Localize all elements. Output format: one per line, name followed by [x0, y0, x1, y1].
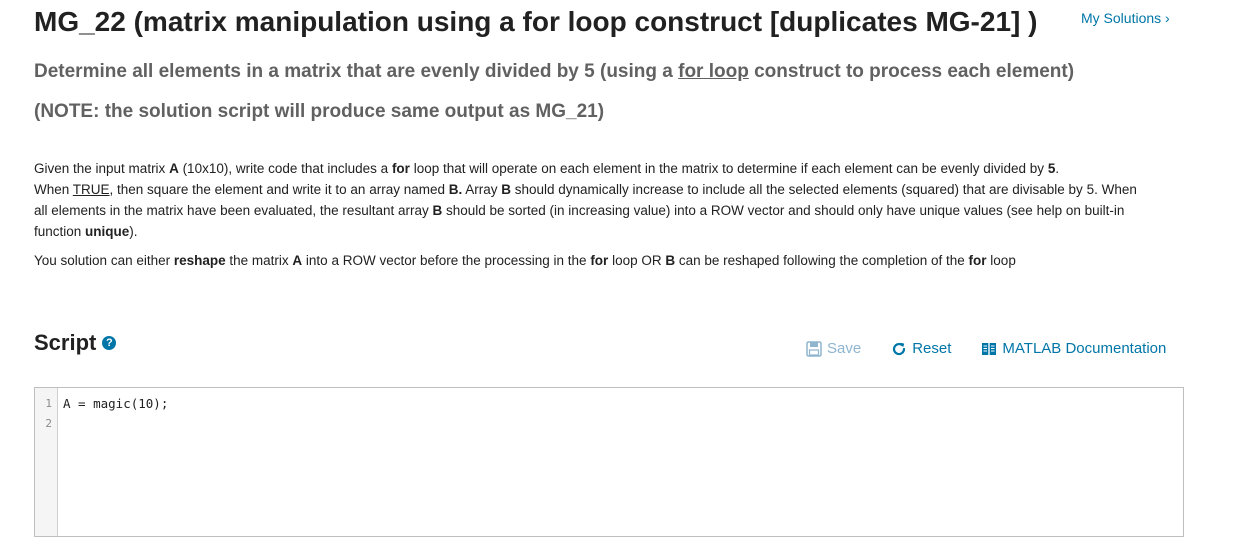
desc-bold: A	[292, 253, 303, 268]
subtitle-text-before: Determine all elements in a matrix that …	[34, 61, 679, 82]
desc-text: ).	[129, 224, 138, 239]
desc-bold: B.	[448, 182, 463, 197]
book-icon	[982, 342, 997, 355]
desc-text: loop that will operate on each element i…	[409, 161, 1048, 176]
desc-underlined: TRUE	[72, 182, 110, 197]
script-heading-label: Script	[34, 330, 97, 355]
desc-text: When	[34, 182, 73, 197]
script-heading: Script ?	[34, 330, 117, 356]
my-solutions-link[interactable]: My Solutions ›	[1081, 10, 1170, 26]
desc-bold: B	[665, 253, 676, 268]
desc-bold: B	[432, 203, 443, 218]
desc-bold: B	[501, 182, 511, 197]
desc-text: You solution can either	[34, 253, 174, 268]
save-button[interactable]: Save	[806, 340, 861, 357]
code-line[interactable]: A = magic(10);	[63, 396, 168, 411]
script-toolbar: Save Reset MATLAB Documentation	[806, 340, 1166, 357]
reset-button[interactable]: Reset	[891, 340, 951, 357]
reset-label: Reset	[912, 340, 952, 357]
for-loop-underlined: for loop	[678, 61, 749, 82]
line-number-gutter: 1 2	[35, 388, 58, 536]
desc-text: Given the input matrix	[34, 161, 170, 176]
desc-text: the matrix	[225, 253, 293, 268]
floppy-disk-icon	[806, 340, 822, 357]
desc-text: .	[1055, 161, 1060, 176]
problem-description-2: You solution can either reshape the matr…	[34, 250, 1154, 271]
line-number: 1	[45, 397, 52, 410]
desc-text: loop	[986, 253, 1016, 268]
desc-bold: A	[169, 161, 179, 176]
subtitle-text-after: construct to process each element)	[748, 61, 1075, 82]
line-number: 2	[45, 417, 52, 430]
desc-text: Array	[462, 182, 502, 197]
documentation-label: MATLAB Documentation	[1002, 340, 1167, 357]
refresh-icon	[893, 342, 906, 355]
desc-bold: reshape	[173, 253, 226, 268]
desc-bold: for	[391, 161, 410, 176]
save-label: Save	[827, 340, 862, 357]
question-circle-icon[interactable]: ?	[102, 336, 117, 350]
desc-bold: for	[968, 253, 987, 268]
desc-text: into a ROW vector before the processing …	[302, 253, 591, 268]
desc-bold: unique	[85, 224, 130, 239]
problem-note: (NOTE: the solution script will produce …	[34, 101, 605, 122]
code-editor[interactable]: 1 2 A = magic(10);	[34, 387, 1184, 537]
desc-text: , then square the element and write it t…	[109, 182, 449, 197]
desc-bold: for	[590, 253, 609, 268]
desc-text: loop OR	[608, 253, 666, 268]
matlab-documentation-link[interactable]: MATLAB Documentation	[981, 340, 1166, 357]
desc-text: (10x10), write code that includes a	[178, 161, 392, 176]
problem-description: Given the input matrix A (10x10), write …	[34, 158, 1154, 242]
desc-text: can be reshaped following the completion…	[675, 253, 969, 268]
page-title: MG_22 (matrix manipulation using a for l…	[34, 6, 1038, 37]
problem-subtitle: Determine all elements in a matrix that …	[34, 61, 1074, 83]
